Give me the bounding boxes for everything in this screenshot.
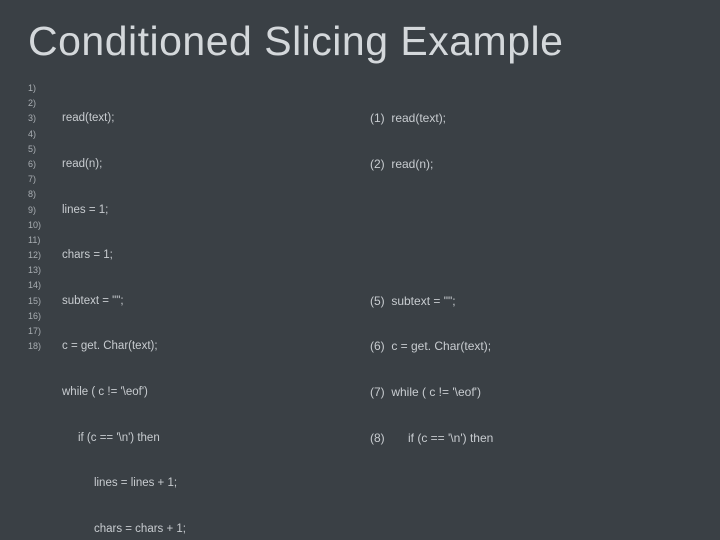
code-line: (6) c = get. Char(text); <box>370 339 690 354</box>
lineno: 8) <box>28 187 62 202</box>
lineno: 2) <box>28 96 62 111</box>
code-line: subtext = ""; <box>62 294 242 309</box>
lineno: 15) <box>28 294 62 309</box>
blank-line <box>370 203 690 218</box>
lineno: 13) <box>28 263 62 278</box>
right-column: (1) read(text); (2) read(n); (5) subtext… <box>370 81 690 540</box>
page-title: Conditioned Slicing Example <box>28 18 692 65</box>
left-column: 1) 2) 3) 4) 5) 6) 7) 8) 9) 10) 11) 12) 1… <box>28 81 370 540</box>
lineno: 1) <box>28 81 62 96</box>
code-line: read(text); <box>62 111 242 126</box>
lineno: 16) <box>28 309 62 324</box>
code-line: while ( c != '\eof') <box>62 385 242 400</box>
lineno: 7) <box>28 172 62 187</box>
blank-line <box>370 248 690 263</box>
code-line: lines = lines + 1; <box>62 476 242 491</box>
code-line: if (c == '\n') then <box>62 431 242 446</box>
lineno: 10) <box>28 218 62 233</box>
line-numbers: 1) 2) 3) 4) 5) 6) 7) 8) 9) 10) 11) 12) 1… <box>28 81 62 540</box>
lineno: 12) <box>28 248 62 263</box>
lineno: 17) <box>28 324 62 339</box>
code-line: (8) if (c == '\n') then <box>370 431 690 446</box>
lineno: 11) <box>28 233 62 248</box>
original-code: read(text); read(n); lines = 1; chars = … <box>62 81 242 540</box>
code-line: (5) subtext = ""; <box>370 294 690 309</box>
blank-line <box>370 476 690 491</box>
lineno: 4) <box>28 127 62 142</box>
code-line: c = get. Char(text); <box>62 339 242 354</box>
code-line: chars = 1; <box>62 248 242 263</box>
code-line: read(n); <box>62 157 242 172</box>
code-line: (1) read(text); <box>370 111 690 126</box>
blank-line <box>370 522 690 537</box>
lineno: 6) <box>28 157 62 172</box>
lineno: 14) <box>28 278 62 293</box>
columns: 1) 2) 3) 4) 5) 6) 7) 8) 9) 10) 11) 12) 1… <box>28 81 692 540</box>
code-line: chars = chars + 1; <box>62 522 242 537</box>
lineno: 3) <box>28 111 62 126</box>
code-line: lines = 1; <box>62 203 242 218</box>
code-line: (2) read(n); <box>370 157 690 172</box>
lineno: 18) <box>28 339 62 354</box>
slide: Conditioned Slicing Example 1) 2) 3) 4) … <box>0 0 720 540</box>
code-line: (7) while ( c != '\eof') <box>370 385 690 400</box>
lineno: 9) <box>28 203 62 218</box>
lineno: 5) <box>28 142 62 157</box>
slice-code: (1) read(text); (2) read(n); (5) subtext… <box>370 81 690 540</box>
